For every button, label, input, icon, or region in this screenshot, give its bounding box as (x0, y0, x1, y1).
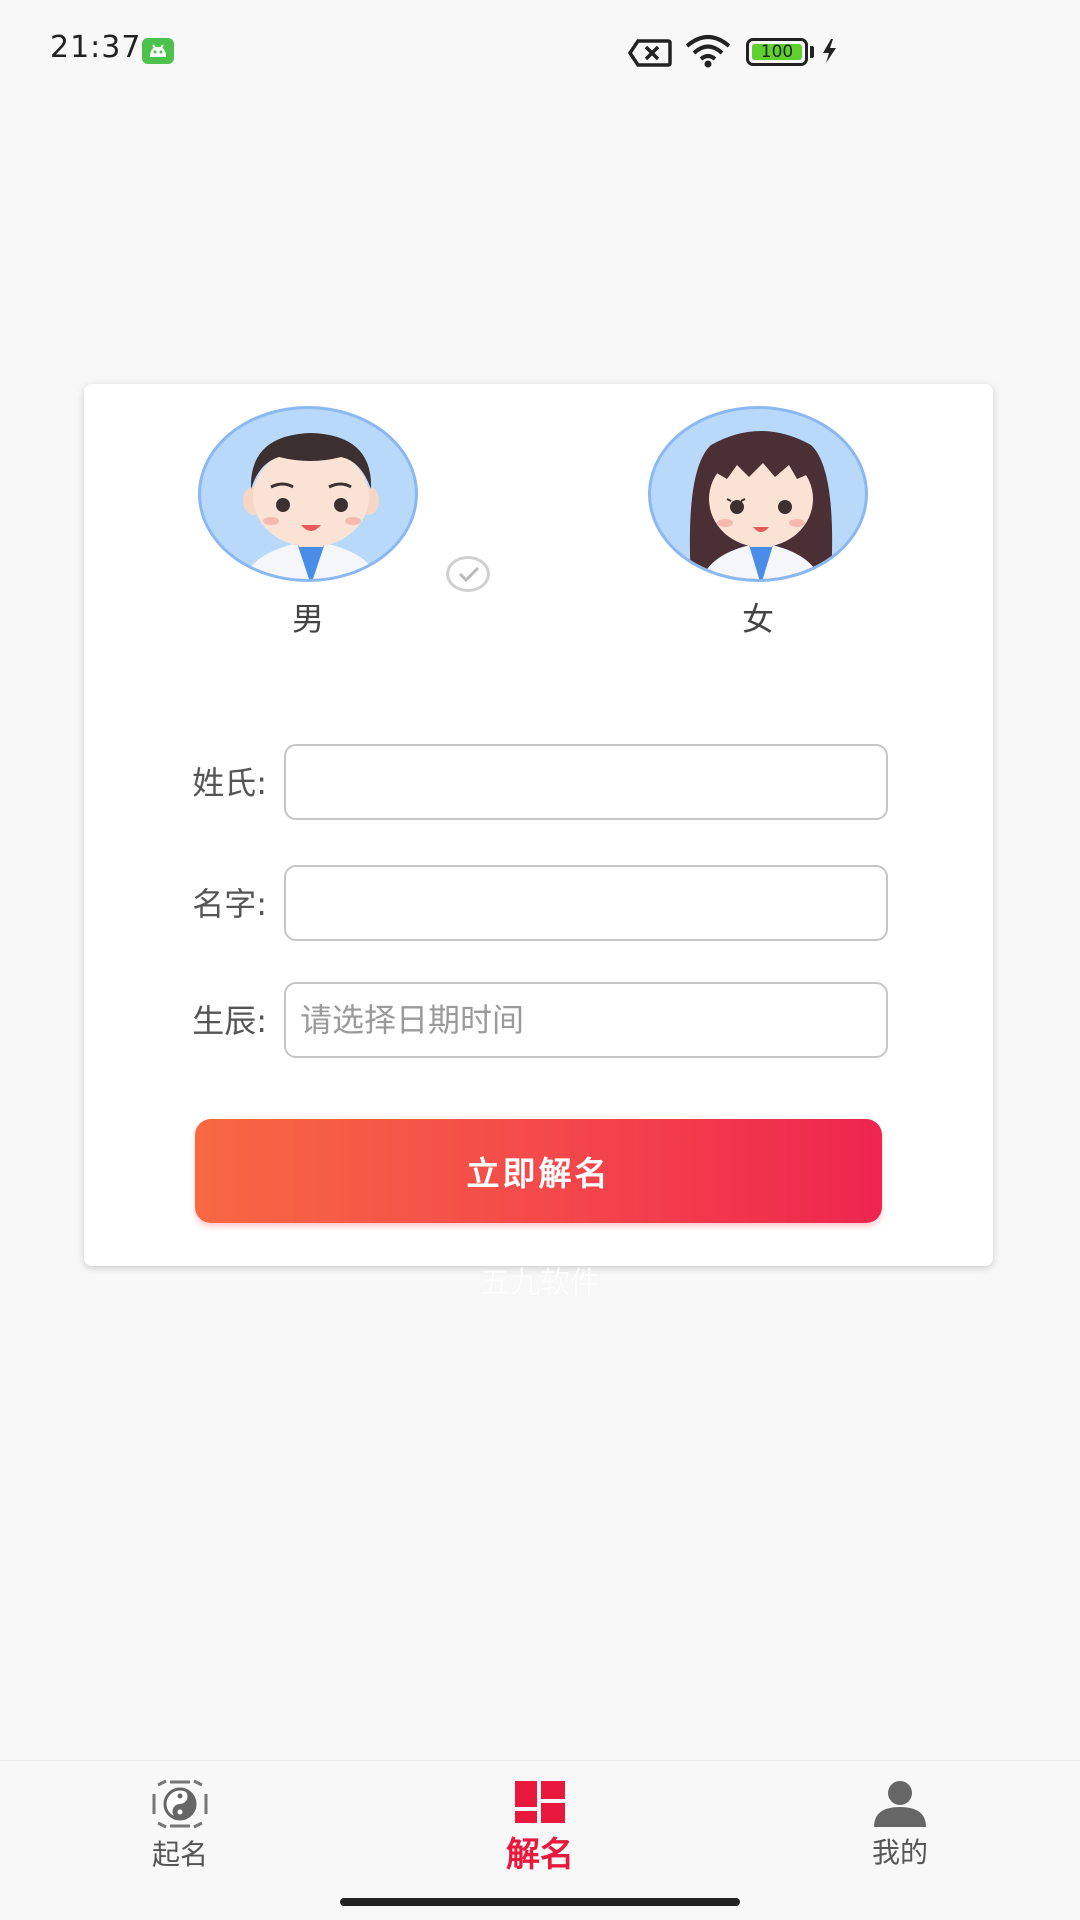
status-bar: 21:37 100 (0, 0, 1080, 100)
gender-option-male[interactable]: 男 (188, 406, 490, 640)
birth-datetime-picker[interactable] (284, 982, 888, 1058)
gender-option-female[interactable]: 女 (638, 406, 878, 640)
nav-item-jieming[interactable]: 解名 (430, 1761, 650, 1887)
name-row: 名字: (84, 865, 993, 943)
user-icon (874, 1781, 926, 1827)
watermark: 五九软件 (480, 1266, 600, 1301)
home-indicator[interactable] (340, 1898, 740, 1906)
grid-icon (515, 1781, 565, 1823)
status-time: 21:37 (50, 30, 142, 65)
nav-label-jieming: 解名 (506, 1835, 574, 1875)
analyze-name-button[interactable]: 立即解名 (195, 1119, 882, 1223)
charging-icon (820, 38, 838, 68)
surname-label: 姓氏: (192, 764, 267, 802)
birth-label: 生辰: (192, 1002, 267, 1040)
nav-label-qiming: 起名 (151, 1838, 208, 1871)
android-app-icon (142, 38, 174, 64)
nav-item-qiming[interactable]: 起名 (70, 1761, 290, 1887)
female-label: 女 (741, 600, 774, 638)
male-avatar[interactable] (198, 406, 418, 582)
nav-item-mine[interactable]: 我的 (790, 1761, 1010, 1887)
male-label: 男 (291, 600, 324, 638)
name-input[interactable] (284, 865, 888, 941)
surname-row: 姓氏: (84, 744, 993, 822)
name-analysis-card: 男 女 姓氏: 名字: 生辰: 请选择日期时间 立即解名 (84, 384, 993, 1266)
surname-input[interactable] (284, 744, 888, 820)
battery-icon: 100 (746, 38, 808, 66)
nav-label-mine: 我的 (871, 1836, 928, 1869)
bottom-nav: 起名 解名 我的 (0, 1760, 1080, 1887)
battery-level: 100 (760, 42, 794, 62)
no-sim-icon (627, 38, 672, 72)
female-avatar[interactable] (648, 406, 868, 582)
birth-row: 生辰: (84, 982, 993, 1060)
name-label: 名字: (192, 885, 267, 923)
selected-check-icon (446, 556, 490, 592)
wifi-icon (684, 34, 732, 72)
bagua-icon (152, 1779, 208, 1829)
